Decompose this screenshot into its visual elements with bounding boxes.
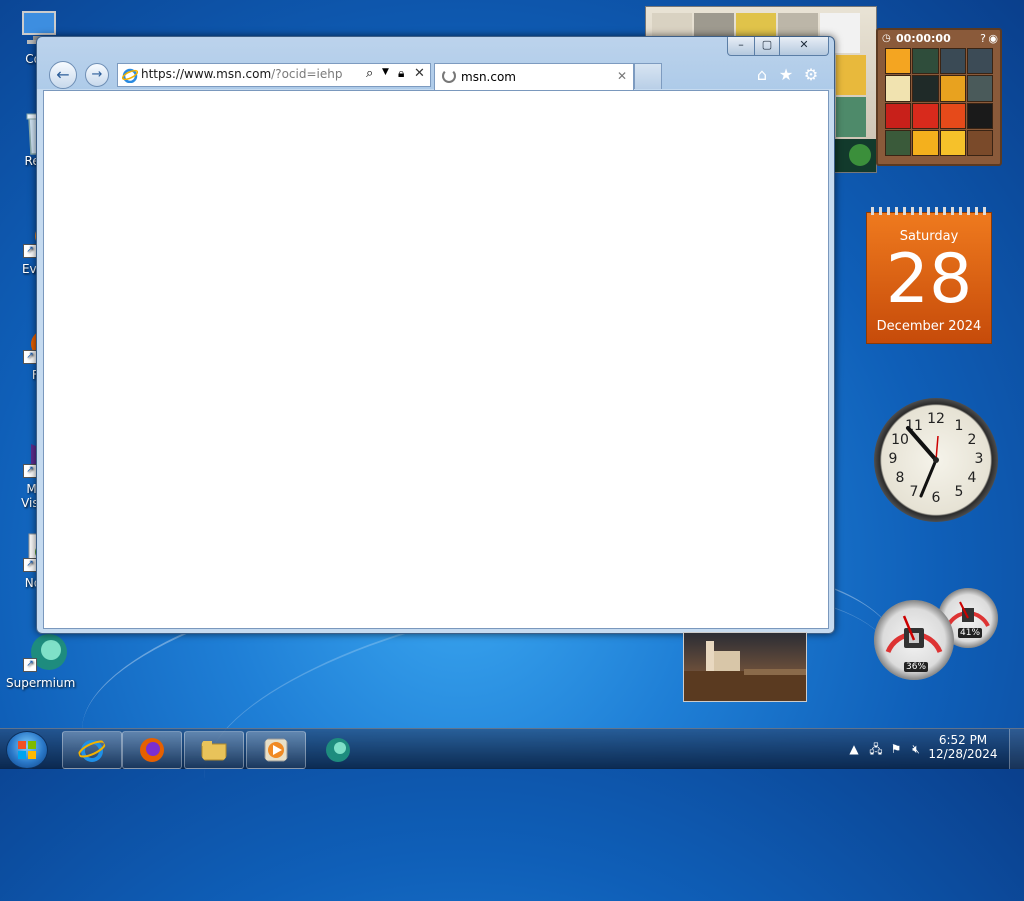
calendar-month-year: December 2024 — [876, 319, 982, 334]
cpu-value: 36% — [904, 662, 929, 672]
url-path: /?ocid=iehp — [271, 67, 343, 81]
clock-hands — [906, 426, 939, 498]
close-button[interactable]: ✕ — [779, 37, 829, 56]
puzzle-tile[interactable] — [939, 48, 966, 75]
minimize-button[interactable]: – — [727, 37, 755, 56]
shortcut-arrow-icon: ↗ — [23, 464, 37, 478]
settings-gear-icon[interactable]: ⚙ — [801, 65, 821, 85]
shortcut-arrow-icon: ↗ — [23, 244, 37, 258]
shortcut-arrow-icon: ↗ — [23, 350, 37, 364]
url-domain: https://www.msn.com — [141, 67, 272, 81]
puzzle-tile[interactable] — [939, 102, 966, 129]
puzzle-tile[interactable] — [912, 48, 939, 75]
page-content[interactable] — [43, 90, 829, 629]
taskbar-file-explorer[interactable] — [184, 731, 244, 769]
shortcut-arrow-icon: ↗ — [23, 558, 37, 572]
favorites-star-icon[interactable]: ★ — [776, 65, 796, 85]
timer-clock-icon: ◷ — [882, 33, 891, 44]
puzzle-tile[interactable] — [885, 48, 912, 75]
action-center-flag-icon[interactable]: ⚑ — [888, 741, 904, 757]
desktop-icon-supermium[interactable]: ↗ Supermium — [6, 632, 76, 690]
supermium-icon — [326, 738, 350, 762]
folder-icon — [201, 741, 227, 761]
address-url[interactable]: https://www.msn.com/?ocid=iehp — [141, 67, 342, 81]
calendar-day: 28 — [885, 240, 973, 319]
shortcut-arrow-icon: ↗ — [23, 658, 37, 672]
system-tray: ▲ 🖧︎ ⚑ 🔇︎ 6:52 PM 12/28/2024 — [844, 729, 1024, 769]
back-button[interactable]: ← — [49, 61, 77, 89]
network-icon[interactable]: 🖧︎ — [868, 741, 884, 757]
supermium-icon: ↗ — [17, 632, 67, 672]
stop-icon[interactable]: ✕ — [414, 66, 425, 81]
dropdown-arrow-icon[interactable]: ▼ — [382, 67, 389, 77]
show-desktop-button[interactable] — [1009, 729, 1024, 769]
restore-button[interactable]: ▢ — [754, 37, 780, 56]
calendar-gadget[interactable]: Saturday 28 December 2024 — [866, 207, 992, 344]
start-button[interactable] — [6, 731, 48, 769]
search-icon[interactable]: ⌕ — [366, 66, 373, 81]
address-bar[interactable]: https://www.msn.com/?ocid=iehp ⌕ ▼ 🔒︎ ✕ — [117, 63, 431, 87]
taskbar: ▲ 🖧︎ ⚑ 🔇︎ 6:52 PM 12/28/2024 — [0, 728, 1024, 769]
loading-spinner-icon — [442, 69, 456, 83]
media-player-icon — [264, 738, 288, 762]
puzzle-tile[interactable] — [966, 129, 993, 156]
forward-button[interactable]: → — [85, 63, 109, 87]
puzzle-timer: 00:00:00 — [896, 32, 951, 45]
taskbar-time: 6:52 PM — [938, 733, 988, 747]
tab-msn[interactable]: msn.com ✕ — [434, 63, 634, 90]
firefox-icon — [140, 738, 164, 762]
volume-muted-icon[interactable]: 🔇︎ — [908, 741, 924, 757]
cpu-meter[interactable]: 36% — [874, 600, 954, 680]
taskbar-date: 12/28/2024 — [928, 747, 998, 761]
puzzle-tile[interactable] — [912, 75, 939, 102]
internet-explorer-window[interactable]: – ▢ ✕ ← → https://www.msn.com/?ocid=iehp… — [36, 36, 835, 634]
puzzle-solve-icon[interactable]: ◉ — [988, 32, 998, 45]
memory-value: 41% — [958, 628, 983, 638]
puzzle-tile[interactable] — [966, 75, 993, 102]
desktop-icon-label: Supermium — [6, 676, 76, 690]
puzzle-tile[interactable] — [966, 48, 993, 75]
slideshow-photo[interactable] — [683, 632, 807, 702]
back-arrow-icon: ← — [56, 65, 70, 84]
taskbar-supermium[interactable] — [308, 731, 368, 769]
puzzle-grid[interactable] — [885, 48, 993, 156]
calendar-rings — [871, 207, 987, 215]
puzzle-tile[interactable] — [939, 75, 966, 102]
new-tab-button[interactable] — [634, 63, 662, 89]
puzzle-tile[interactable] — [939, 129, 966, 156]
taskbar-media-player[interactable] — [246, 731, 306, 769]
clock-gadget[interactable]: 12 1 2 3 4 5 6 7 8 9 10 11 — [874, 398, 998, 522]
show-hidden-icons-chevron-icon[interactable]: ▲ — [846, 741, 862, 757]
home-icon[interactable]: ⌂ — [752, 65, 772, 85]
internet-explorer-icon — [78, 740, 106, 762]
puzzle-help-icon[interactable]: ? — [980, 32, 986, 45]
tab-label: msn.com — [461, 70, 516, 84]
taskbar-firefox[interactable] — [122, 731, 182, 769]
forward-arrow-icon: → — [91, 67, 103, 82]
tab-close-icon[interactable]: ✕ — [617, 69, 627, 83]
puzzle-tile[interactable] — [912, 129, 939, 156]
puzzle-tile[interactable] — [912, 102, 939, 129]
puzzle-tile[interactable] — [885, 129, 912, 156]
lighthouse-photo — [684, 641, 806, 701]
windows-logo-icon — [18, 741, 36, 759]
puzzle-tile[interactable] — [885, 75, 912, 102]
puzzle-tile[interactable] — [885, 102, 912, 129]
lock-icon[interactable]: 🔒︎ — [398, 66, 404, 81]
ie-page-icon — [122, 68, 138, 83]
taskbar-internet-explorer[interactable] — [62, 731, 122, 769]
puzzle-tile[interactable] — [966, 102, 993, 129]
picture-puzzle-gadget[interactable]: ◷ 00:00:00 ? ◉ — [876, 28, 1002, 166]
taskbar-clock[interactable]: 6:52 PM 12/28/2024 — [928, 733, 998, 761]
